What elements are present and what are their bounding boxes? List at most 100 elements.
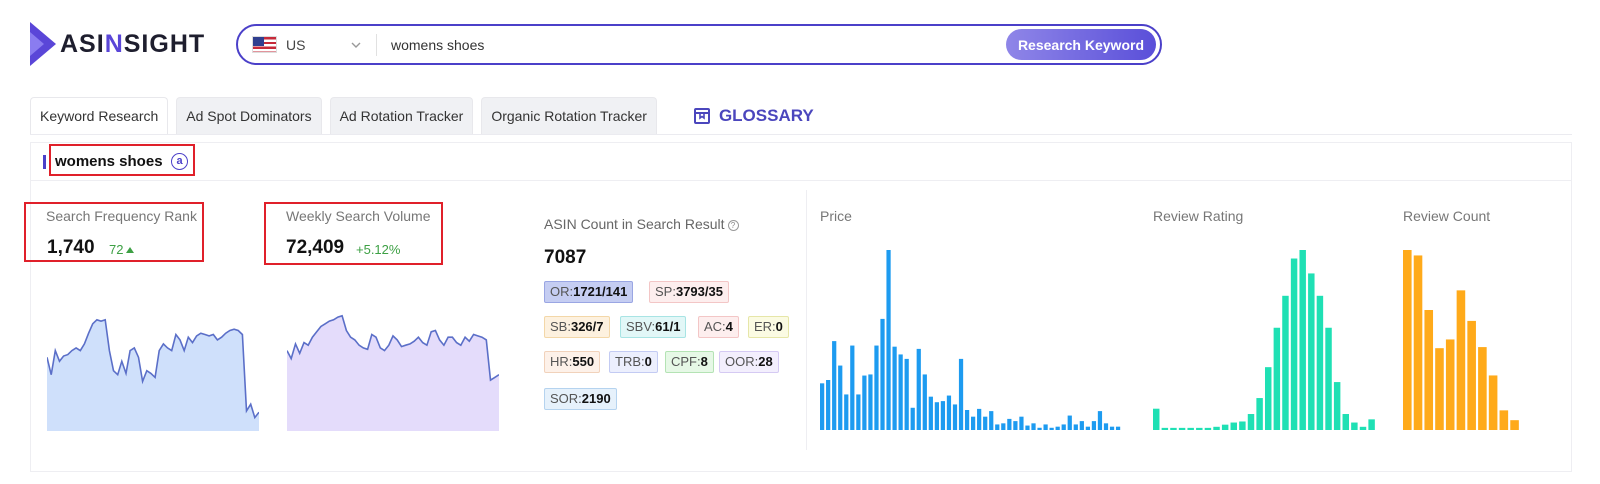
research-keyword-button[interactable]: Research Keyword xyxy=(1005,29,1156,60)
rating-bar[interactable] xyxy=(1196,427,1203,430)
tab-organic-rotation-tracker[interactable]: Organic Rotation Tracker xyxy=(481,97,657,134)
price-bar[interactable] xyxy=(934,402,939,430)
price-bar[interactable] xyxy=(862,375,867,430)
brand-logo[interactable]: ASINSIGHT xyxy=(30,22,205,66)
price-bar[interactable] xyxy=(1091,421,1097,430)
rating-bar[interactable] xyxy=(1178,427,1186,430)
rating-bar[interactable] xyxy=(1170,427,1177,430)
price-bar[interactable] xyxy=(940,401,946,430)
price-bar[interactable] xyxy=(844,394,849,430)
price-bar[interactable] xyxy=(1001,423,1006,430)
rating-bar[interactable] xyxy=(1161,427,1169,430)
rating-bar[interactable] xyxy=(1204,427,1212,430)
rating-bar[interactable] xyxy=(1230,422,1237,430)
price-bar[interactable] xyxy=(1013,421,1018,430)
price-bar[interactable] xyxy=(958,358,964,430)
rating-bar[interactable] xyxy=(1213,426,1220,430)
tab-keyword-research[interactable]: Keyword Research xyxy=(30,97,169,134)
price-bar[interactable] xyxy=(820,383,825,430)
price-bar[interactable] xyxy=(1049,427,1054,430)
rating-bar[interactable] xyxy=(1273,327,1281,430)
price-bar[interactable] xyxy=(995,424,1000,430)
rating-bar[interactable] xyxy=(1221,424,1229,430)
count-bar[interactable] xyxy=(1435,348,1444,430)
count-bar[interactable] xyxy=(1488,375,1498,430)
count-bar[interactable] xyxy=(1510,420,1519,430)
rating-bar[interactable] xyxy=(1265,367,1272,430)
price-bar[interactable] xyxy=(1079,421,1084,430)
count-bar[interactable] xyxy=(1467,320,1476,430)
price-bar[interactable] xyxy=(983,416,988,430)
rating-bar[interactable] xyxy=(1333,382,1341,430)
rating-bar[interactable] xyxy=(1342,414,1349,430)
rating-bar[interactable] xyxy=(1256,398,1263,430)
price-bar[interactable] xyxy=(971,416,976,430)
price-bar[interactable] xyxy=(1097,411,1103,430)
rating-bar[interactable] xyxy=(1247,414,1255,430)
rating-bar[interactable] xyxy=(1308,273,1315,430)
help-icon[interactable]: ? xyxy=(727,220,739,231)
price-bar[interactable] xyxy=(946,395,952,430)
price-bar[interactable] xyxy=(904,358,909,430)
rating-bar[interactable] xyxy=(1325,327,1332,430)
price-bar[interactable] xyxy=(922,374,927,430)
price-bar[interactable] xyxy=(1109,426,1115,430)
price-bar[interactable] xyxy=(989,411,994,430)
rating-bar[interactable] xyxy=(1368,419,1375,430)
count-bar[interactable] xyxy=(1403,250,1412,430)
price-bar[interactable] xyxy=(1037,427,1042,430)
price-bar[interactable] xyxy=(1067,415,1072,430)
tab-ad-rotation-tracker[interactable]: Ad Rotation Tracker xyxy=(329,97,474,134)
count-bar[interactable] xyxy=(1424,310,1434,430)
price-bar[interactable] xyxy=(1019,416,1024,430)
count-bar[interactable] xyxy=(1478,347,1487,430)
count-bar[interactable] xyxy=(1456,290,1466,430)
rating-bar[interactable] xyxy=(1359,426,1367,430)
rating-bar[interactable] xyxy=(1239,421,1246,430)
price-bar[interactable] xyxy=(964,410,970,430)
price-bar[interactable] xyxy=(1061,424,1066,430)
rating-bar[interactable] xyxy=(1187,427,1194,430)
country-select[interactable]: US xyxy=(286,37,344,53)
price-bar[interactable] xyxy=(874,345,879,430)
price-bar[interactable] xyxy=(928,396,933,430)
search-input[interactable] xyxy=(391,36,991,53)
rating-bar[interactable] xyxy=(1299,250,1306,430)
count-bar[interactable] xyxy=(1445,339,1455,430)
price-bar[interactable] xyxy=(892,346,897,430)
price-bar[interactable] xyxy=(916,348,921,430)
price-bar[interactable] xyxy=(880,318,885,430)
price-bar[interactable] xyxy=(977,408,982,430)
price-bar[interactable] xyxy=(1007,418,1012,430)
chevron-down-icon[interactable] xyxy=(350,39,362,51)
price-bar[interactable] xyxy=(1103,423,1109,430)
price-bar[interactable] xyxy=(1031,423,1036,430)
price-bar[interactable] xyxy=(898,354,903,430)
price-bar[interactable] xyxy=(826,380,831,430)
price-bar[interactable] xyxy=(1025,425,1030,430)
price-bar[interactable] xyxy=(1085,426,1090,430)
rating-bar[interactable] xyxy=(1153,408,1160,430)
price-bar[interactable] xyxy=(1115,426,1121,430)
glossary-link[interactable]: GLOSSARY xyxy=(693,97,814,134)
rating-bar[interactable] xyxy=(1316,295,1324,430)
price-bar[interactable] xyxy=(1055,426,1060,430)
price-bar[interactable] xyxy=(868,374,873,430)
count-bar[interactable] xyxy=(1413,255,1423,430)
price-bar[interactable] xyxy=(838,365,843,430)
price-bar[interactable] xyxy=(856,394,861,430)
amazon-link-icon[interactable]: a xyxy=(171,153,188,170)
price-bar[interactable] xyxy=(910,407,915,430)
price-bar[interactable] xyxy=(1073,424,1078,430)
price-bar[interactable] xyxy=(850,345,855,430)
rating-bar[interactable] xyxy=(1290,258,1298,430)
rating-bar[interactable] xyxy=(1351,422,1358,430)
tab-ad-spot-dominators[interactable]: Ad Spot Dominators xyxy=(176,97,322,134)
price-bar[interactable] xyxy=(886,250,891,430)
price-bar[interactable] xyxy=(832,341,837,430)
price-bar[interactable] xyxy=(1043,424,1048,430)
price-bar[interactable] xyxy=(952,404,958,430)
rating-bar[interactable] xyxy=(1282,295,1289,430)
tab-bar: Keyword Research Ad Spot Dominators Ad R… xyxy=(30,97,814,134)
count-bar[interactable] xyxy=(1499,410,1509,430)
